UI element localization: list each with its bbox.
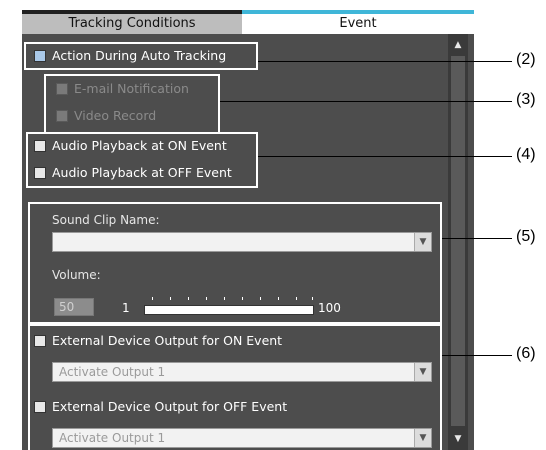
callout-6: (6) (516, 345, 536, 362)
callout-line-2 (258, 61, 512, 62)
video-record-label: Video Record (74, 108, 157, 123)
external-on-event-value: Activate Output 1 (59, 365, 166, 379)
external-on-event-checkbox[interactable] (34, 335, 46, 347)
video-record-checkbox[interactable] (56, 110, 68, 122)
tab-tracking-conditions[interactable]: Tracking Conditions (22, 10, 242, 34)
volume-label: Volume: (52, 268, 101, 282)
action-during-auto-tracking-label: Action During Auto Tracking (52, 48, 227, 63)
volume-input[interactable]: 50 (54, 298, 94, 316)
action-during-auto-tracking-checkbox[interactable] (34, 50, 46, 62)
event-settings-panel: Tracking Conditions Event Action During … (22, 10, 474, 450)
scroll-track[interactable] (451, 56, 465, 426)
tab-event[interactable]: Event (242, 10, 474, 34)
callout-5: (5) (516, 228, 536, 245)
email-notification-label: E-mail Notification (74, 81, 189, 96)
sound-clip-name-label: Sound Clip Name: (52, 213, 160, 227)
audio-off-event-checkbox[interactable] (34, 167, 46, 179)
external-off-event-label: External Device Output for OFF Event (52, 399, 288, 414)
audio-on-event-label: Audio Playback at ON Event (52, 138, 227, 153)
callout-line-3 (220, 101, 512, 102)
slider-max-label: 100 (318, 301, 341, 315)
callout-3: (3) (516, 91, 536, 108)
vertical-scrollbar[interactable]: ▲ ▼ (448, 34, 468, 450)
audio-on-event-checkbox[interactable] (34, 140, 46, 152)
chevron-down-icon[interactable]: ▼ (414, 233, 431, 251)
callout-4: (4) (516, 146, 536, 163)
volume-slider[interactable] (144, 305, 314, 315)
arrow-down-icon[interactable]: ▼ (451, 430, 465, 448)
sound-clip-select[interactable]: ▼ (52, 232, 432, 252)
external-off-event-value: Activate Output 1 (59, 431, 166, 445)
callout-line-6 (442, 355, 512, 356)
external-off-event-select[interactable]: Activate Output 1 ▼ (52, 428, 432, 448)
audio-off-event-label: Audio Playback at OFF Event (52, 165, 232, 180)
external-off-event-checkbox[interactable] (34, 401, 46, 413)
callout-line-4 (258, 156, 512, 157)
tab-bar: Tracking Conditions Event (22, 10, 474, 34)
email-notification-checkbox[interactable] (56, 83, 68, 95)
external-on-event-select[interactable]: Activate Output 1 ▼ (52, 362, 432, 382)
external-on-event-label: External Device Output for ON Event (52, 333, 283, 348)
callout-2: (2) (516, 51, 536, 68)
arrow-up-icon[interactable]: ▲ (451, 36, 465, 54)
chevron-down-icon[interactable]: ▼ (414, 429, 431, 447)
callout-line-5 (442, 238, 512, 239)
chevron-down-icon[interactable]: ▼ (414, 363, 431, 381)
slider-min-label: 1 (122, 301, 130, 315)
